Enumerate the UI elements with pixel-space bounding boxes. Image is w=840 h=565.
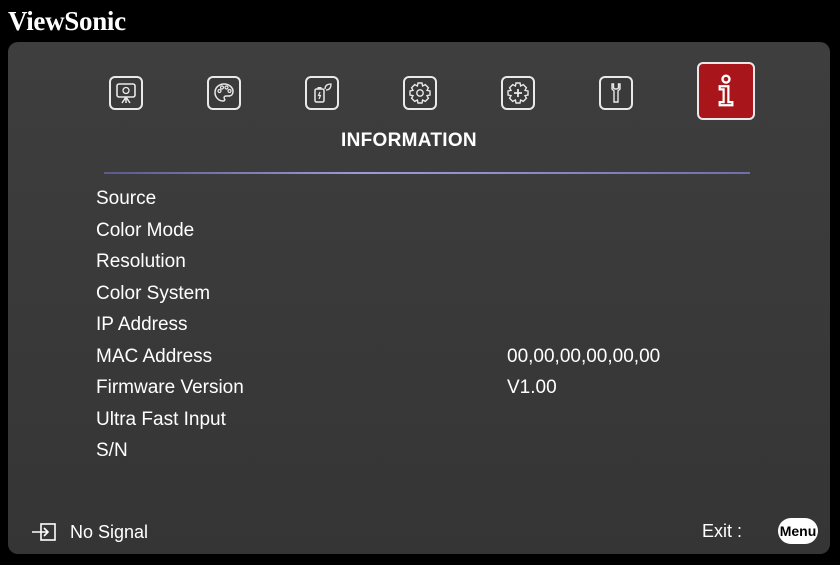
row-label: MAC Address	[96, 345, 213, 367]
info-row-mac-address[interactable]: MAC Address 00,00,00,00,00,00	[96, 340, 796, 372]
advanced-gear-icon	[507, 82, 529, 104]
row-label: Color Mode	[96, 219, 195, 241]
row-value: 00,00,00,00,00,00	[507, 345, 661, 367]
exit-label: Exit :	[702, 521, 743, 541]
divider	[104, 172, 750, 174]
tab-basic[interactable]	[403, 76, 437, 110]
tab-system[interactable]	[599, 76, 633, 110]
row-label: Color System	[96, 282, 211, 304]
info-row-color-mode[interactable]: Color Mode	[96, 214, 796, 246]
gear-icon	[409, 82, 431, 104]
info-row-resolution[interactable]: Resolution	[96, 245, 796, 277]
info-row-firmware-version[interactable]: Firmware Version V1.00	[96, 371, 796, 403]
info-row-color-system[interactable]: Color System	[96, 277, 796, 309]
info-list: Source Color Mode Resolution Color Syste…	[96, 182, 796, 466]
row-label: Source	[96, 188, 157, 209]
row-label: Firmware Version	[96, 377, 244, 398]
tab-color[interactable]	[207, 76, 241, 110]
status-bar: No Signal Exit : Menu	[8, 512, 830, 552]
brand-logo: ViewSonic	[8, 6, 126, 36]
row-value: V1.00	[507, 377, 557, 398]
signal-status: No Signal	[70, 522, 149, 542]
tab-display[interactable]	[109, 76, 143, 110]
input-icon	[32, 523, 56, 541]
power-icon	[314, 83, 332, 103]
row-label: IP Address	[96, 314, 188, 335]
info-row-serial-number[interactable]: S/N	[96, 434, 796, 466]
tab-information[interactable]	[697, 62, 755, 120]
display-icon	[116, 83, 136, 104]
tab-power[interactable]	[305, 76, 339, 110]
row-label: Ultra Fast Input	[96, 408, 226, 430]
info-icon	[718, 74, 734, 107]
info-row-ip-address[interactable]: IP Address	[96, 308, 796, 340]
info-row-ultra-fast-input[interactable]: Ultra Fast Input	[96, 403, 796, 435]
osd-panel: INFORMATION Source Color Mode Resolution…	[8, 42, 830, 554]
section-title: INFORMATION	[341, 130, 477, 151]
menu-button[interactable]: Menu	[778, 518, 818, 544]
info-row-source[interactable]: Source	[96, 182, 796, 214]
wrench-icon	[611, 83, 621, 103]
tab-advanced[interactable]	[501, 76, 535, 110]
palette-icon	[214, 83, 234, 102]
row-label: Resolution	[96, 251, 186, 272]
row-label: S/N	[96, 440, 128, 461]
